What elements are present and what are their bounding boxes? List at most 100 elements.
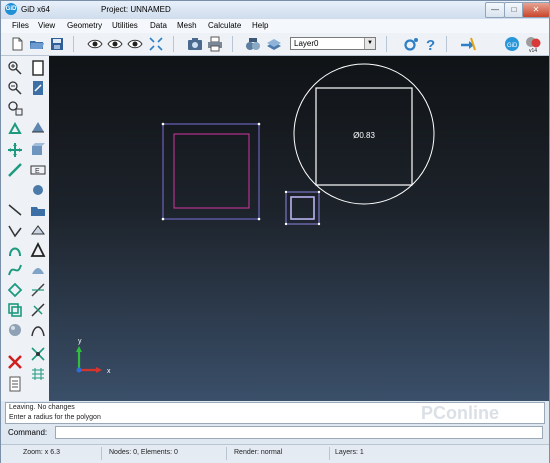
polygon-icon[interactable] (7, 282, 23, 298)
large-square-vertices (161, 122, 261, 221)
grid-mesh-icon[interactable] (30, 366, 46, 382)
label-e-icon[interactable]: E (30, 162, 46, 178)
left-toolbar: E (1, 56, 50, 401)
gid-logo-icon: GiD (5, 3, 17, 15)
camera-icon[interactable] (187, 36, 203, 52)
axis-y-label: y (78, 338, 82, 345)
copy-icon[interactable] (7, 302, 23, 318)
layer-select-value: Layer0 (294, 39, 319, 48)
status-bar: Zoom: x 6.3 Nodes: 0, Elements: 0 Render… (1, 444, 549, 463)
zoom-in-icon[interactable] (7, 60, 23, 76)
project-title: Project: UNNAMED (101, 5, 171, 14)
message-line: Enter a radius for the polygon (9, 414, 101, 421)
settings-gear-icon[interactable] (403, 36, 419, 52)
volume-icon[interactable] (30, 142, 46, 158)
command-row: Command: (5, 426, 545, 440)
menu-files[interactable]: Files (12, 21, 29, 30)
toolbar-separator (173, 36, 174, 52)
circle-dimension-label: Ø0.83 (353, 131, 375, 140)
small-inner-square[interactable] (290, 196, 315, 220)
triangle-tool-icon[interactable] (30, 242, 46, 258)
menu-bar: Files View Geometry Utilities Data Mesh … (1, 19, 549, 34)
view-eye-icon[interactable] (87, 36, 103, 52)
zoom-frame-icon[interactable] (148, 36, 164, 52)
small-square-vertices (284, 190, 321, 226)
document-icon[interactable] (30, 60, 46, 76)
zoom-out-icon[interactable] (7, 80, 23, 96)
rotate-icon[interactable] (7, 122, 23, 138)
status-layers: Layers: 1 (335, 449, 364, 456)
gid-plus-icon[interactable]: GiD (504, 36, 520, 52)
status-nodes: Nodes: 0, Elements: 0 (109, 449, 178, 456)
point-tool-icon[interactable] (30, 182, 46, 198)
close-button[interactable]: ✕ (522, 2, 550, 18)
app-title: GiD x64 (21, 5, 50, 14)
status-render: Render: normal (234, 449, 283, 456)
main-toolbar: Layer0 ▼ ? GiD v14 (1, 33, 549, 56)
menu-view[interactable]: View (38, 21, 55, 30)
mesh-icon[interactable] (30, 222, 46, 238)
print-icon[interactable] (207, 36, 223, 52)
polyline-icon[interactable] (7, 222, 23, 238)
list-page-icon[interactable] (7, 376, 23, 392)
spline-icon[interactable] (7, 262, 23, 278)
menu-mesh[interactable]: Mesh (177, 21, 197, 30)
delete-icon[interactable] (7, 354, 23, 370)
menu-utilities[interactable]: Utilities (112, 21, 138, 30)
minimize-button[interactable]: — (485, 2, 505, 18)
curve-tool-icon[interactable] (30, 322, 46, 338)
surface-icon[interactable] (30, 120, 46, 136)
folder-surface-icon[interactable] (30, 202, 46, 218)
menu-geometry[interactable]: Geometry (67, 21, 102, 30)
command-label: Command: (8, 428, 48, 437)
new-file-icon[interactable] (9, 36, 25, 52)
command-input[interactable] (55, 426, 543, 439)
render-icon[interactable] (245, 36, 261, 52)
dimension-icon[interactable] (30, 282, 46, 298)
version-badge: v14 (529, 48, 538, 54)
layer-select[interactable]: Layer0 ▼ (290, 37, 376, 50)
chevron-down-icon[interactable]: ▼ (364, 38, 375, 49)
arc-icon[interactable] (7, 242, 23, 258)
svg-text:?: ? (426, 37, 435, 52)
message-line: Leaving. No changes (9, 404, 75, 411)
geometry-view[interactable]: Ø0.83 y x (49, 56, 549, 401)
nurbs-surface-icon[interactable] (30, 262, 46, 278)
toolbar-separator (386, 36, 387, 52)
toolbar-separator (446, 36, 447, 52)
line-tool-icon[interactable] (7, 162, 23, 178)
open-folder-icon[interactable] (29, 36, 45, 52)
maximize-button[interactable]: □ (504, 2, 524, 18)
axis-x-label: x (107, 368, 111, 375)
layers-icon[interactable] (266, 36, 282, 52)
svg-text:GiD: GiD (507, 43, 518, 49)
axes-triad: y x (76, 338, 111, 375)
intersect-icon[interactable] (30, 346, 46, 362)
view-eye-icon[interactable] (127, 36, 143, 52)
menu-data[interactable]: Data (150, 21, 167, 30)
edit-page-icon[interactable] (30, 80, 46, 96)
help-question-icon[interactable]: ? (423, 36, 439, 52)
menu-help[interactable]: Help (252, 21, 268, 30)
graphics-canvas[interactable]: Ø0.83 y x (49, 56, 549, 401)
menu-calculate[interactable]: Calculate (208, 21, 241, 30)
zoom-frame-icon[interactable] (7, 100, 23, 116)
large-inner-square[interactable] (173, 133, 250, 209)
status-divider (101, 447, 102, 460)
large-outer-square[interactable] (162, 123, 260, 220)
toolbar-separator (73, 36, 74, 52)
save-icon[interactable] (49, 36, 65, 52)
straight-line-icon[interactable] (7, 202, 23, 218)
sphere-icon[interactable] (7, 322, 23, 338)
title-bar: GiD GiD x64 Project: UNNAMED — □ ✕ (1, 1, 550, 19)
view-eye-icon[interactable] (107, 36, 123, 52)
move-icon[interactable] (30, 302, 46, 318)
status-divider (329, 447, 330, 460)
status-zoom: Zoom: x 6.3 (23, 449, 60, 456)
pan-icon[interactable] (7, 142, 23, 158)
toolbar-separator (232, 36, 233, 52)
watermark-logo: PConline (421, 403, 500, 423)
svg-text:E: E (35, 168, 40, 175)
status-divider (226, 447, 227, 460)
arrow-right-icon[interactable] (460, 36, 476, 52)
